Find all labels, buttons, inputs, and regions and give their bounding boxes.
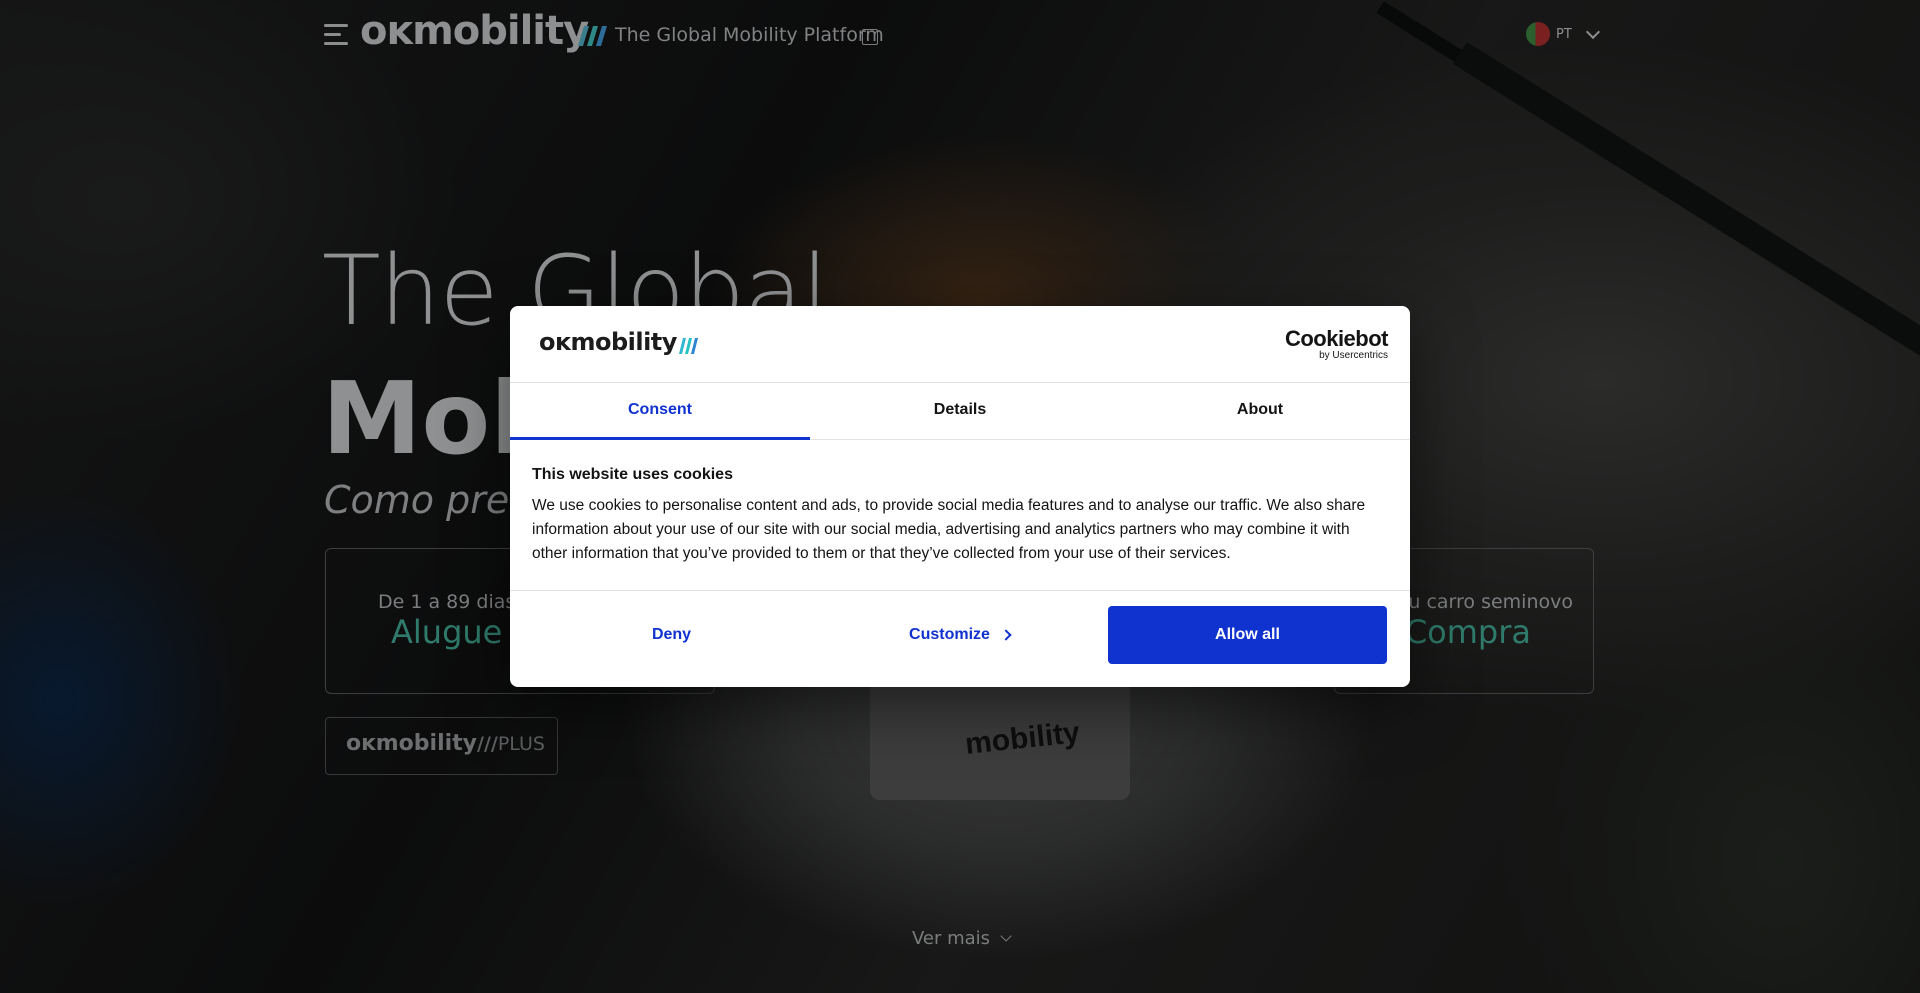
chevron-down-icon	[1000, 930, 1012, 942]
allow-all-label: Allow all	[1215, 626, 1280, 643]
plus-suffix: PLUS	[497, 733, 545, 755]
okmobility-plus-button[interactable]: oĸmobility///PLUS	[325, 717, 558, 775]
cookiebot-name: Cookiebot	[1284, 326, 1389, 351]
chevron-down-icon	[1585, 24, 1600, 39]
tab-details[interactable]: Details	[810, 383, 1110, 439]
see-more-link[interactable]: Ver mais	[912, 928, 1012, 949]
dialog-description: We use cookies to personalise content an…	[532, 497, 1366, 562]
dialog-footer: Deny Customize Allow all	[510, 590, 1410, 687]
deny-label: Deny	[651, 626, 692, 643]
hamburger-menu-icon[interactable]	[324, 24, 350, 46]
deny-button[interactable]: Deny	[532, 606, 811, 664]
logo-slashes-icon	[679, 338, 698, 354]
portugal-flag-icon	[1526, 22, 1550, 46]
cookiebot-logo[interactable]: Cookiebot by Usercentrics	[1284, 326, 1389, 362]
plus-logo-text: oĸmobility	[346, 731, 478, 756]
see-more-label: Ver mais	[912, 928, 991, 949]
expand-icon[interactable]	[862, 29, 878, 45]
chevron-right-icon	[1000, 629, 1012, 641]
site-header: oĸmobility The Global Mobility Platform …	[0, 0, 1920, 72]
hero-subtitle: Como pret	[324, 478, 525, 522]
logo-slashes-icon	[578, 26, 607, 46]
site-logo[interactable]: oĸmobility	[360, 8, 589, 54]
tab-consent[interactable]: Consent	[510, 383, 810, 440]
dialog-logo: oĸmobility	[539, 328, 677, 356]
customize-button[interactable]: Customize	[820, 606, 1099, 664]
cookie-consent-dialog: oĸmobility Cookiebot by Usercentrics Con…	[510, 306, 1410, 687]
dialog-title: This website uses cookies	[532, 466, 733, 483]
allow-all-button[interactable]: Allow all	[1108, 606, 1387, 664]
dialog-body: This website uses cookies We use cookies…	[532, 466, 1388, 566]
customize-label: Customize	[909, 626, 990, 643]
cookiebot-sub: by Usercentrics	[1319, 350, 1388, 361]
dialog-header: oĸmobility Cookiebot by Usercentrics	[510, 306, 1410, 383]
platform-tagline[interactable]: The Global Mobility Platform	[615, 24, 884, 46]
dialog-tabs: Consent Details About	[510, 383, 1410, 440]
tab-about[interactable]: About	[1110, 383, 1410, 439]
language-label: PT	[1556, 26, 1572, 42]
plus-logo: oĸmobility///PLUS	[346, 731, 545, 756]
language-selector[interactable]: PT	[1526, 22, 1600, 46]
